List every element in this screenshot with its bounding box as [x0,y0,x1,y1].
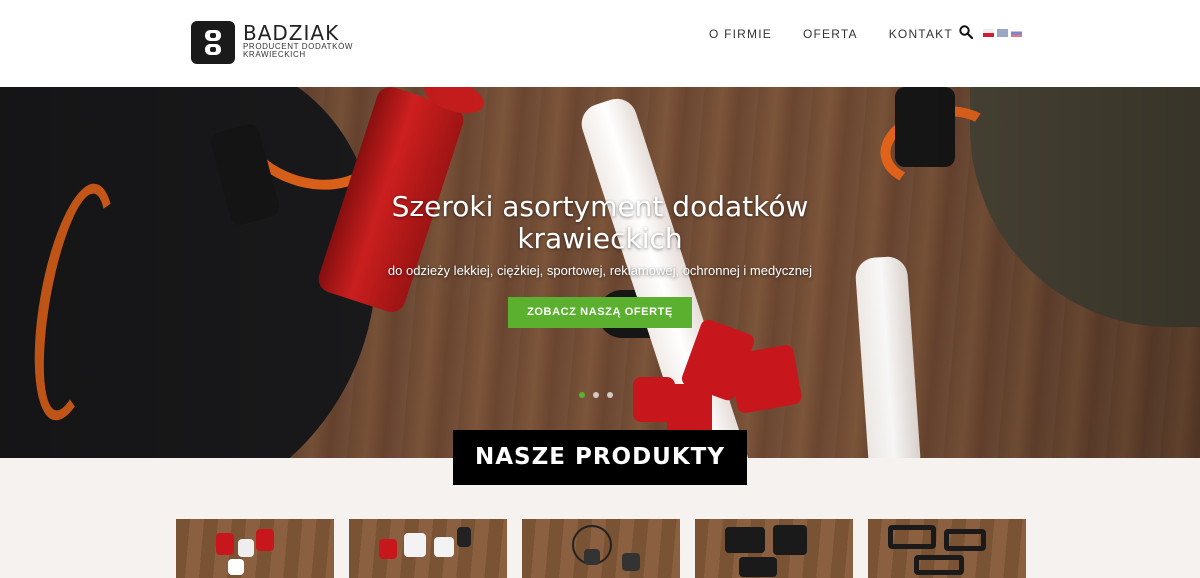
language-switcher [983,29,1022,37]
product-thumb-cord-ends[interactable] [349,519,507,578]
logo-icon [191,21,235,64]
logo-name: BADZIAK [243,21,340,45]
slider-dot-3[interactable] [607,392,613,398]
product-thumb-stoppers[interactable] [176,519,334,578]
slider-dot-1[interactable] [579,392,585,398]
nav-item-oferta[interactable]: OFERTA [803,27,858,41]
nav-item-o-firmie[interactable]: O FIRMIE [709,27,772,41]
main-nav: O FIRMIE OFERTA KONTAKT [709,27,984,41]
flag-gb-icon[interactable] [997,29,1008,37]
hero-title: Szeroki asortyment dodatków krawieckich [391,190,809,255]
flag-ru-icon[interactable] [1011,29,1022,37]
flag-pl-icon[interactable] [983,29,994,37]
hero-subtitle: do odzieży lekkiej, ciężkiej, sportowej,… [387,263,813,278]
products-title: NASZE PRODUKTY [453,430,747,485]
product-thumb-sliders[interactable] [868,519,1026,578]
logo[interactable]: BADZIAK PRODUCENT DODATKÓW KRAWIECKICH [191,21,353,64]
see-offer-button[interactable]: ZOBACZ NASZĄ OFERTĘ [508,297,692,328]
logo-tagline-line2: KRAWIECKICH [243,50,306,59]
site-header: BADZIAK PRODUCENT DODATKÓW KRAWIECKICH O… [0,0,1200,87]
hero-slider: Szeroki asortyment dodatków krawieckich … [0,87,1200,458]
nav-item-kontakt[interactable]: KONTAKT [889,27,953,41]
product-thumbnails [176,519,1026,578]
product-thumb-toggles[interactable] [522,519,680,578]
search-icon[interactable] [959,25,973,39]
slider-dot-2[interactable] [593,392,599,398]
product-thumb-buckles[interactable] [695,519,853,578]
slider-dots [579,392,613,398]
